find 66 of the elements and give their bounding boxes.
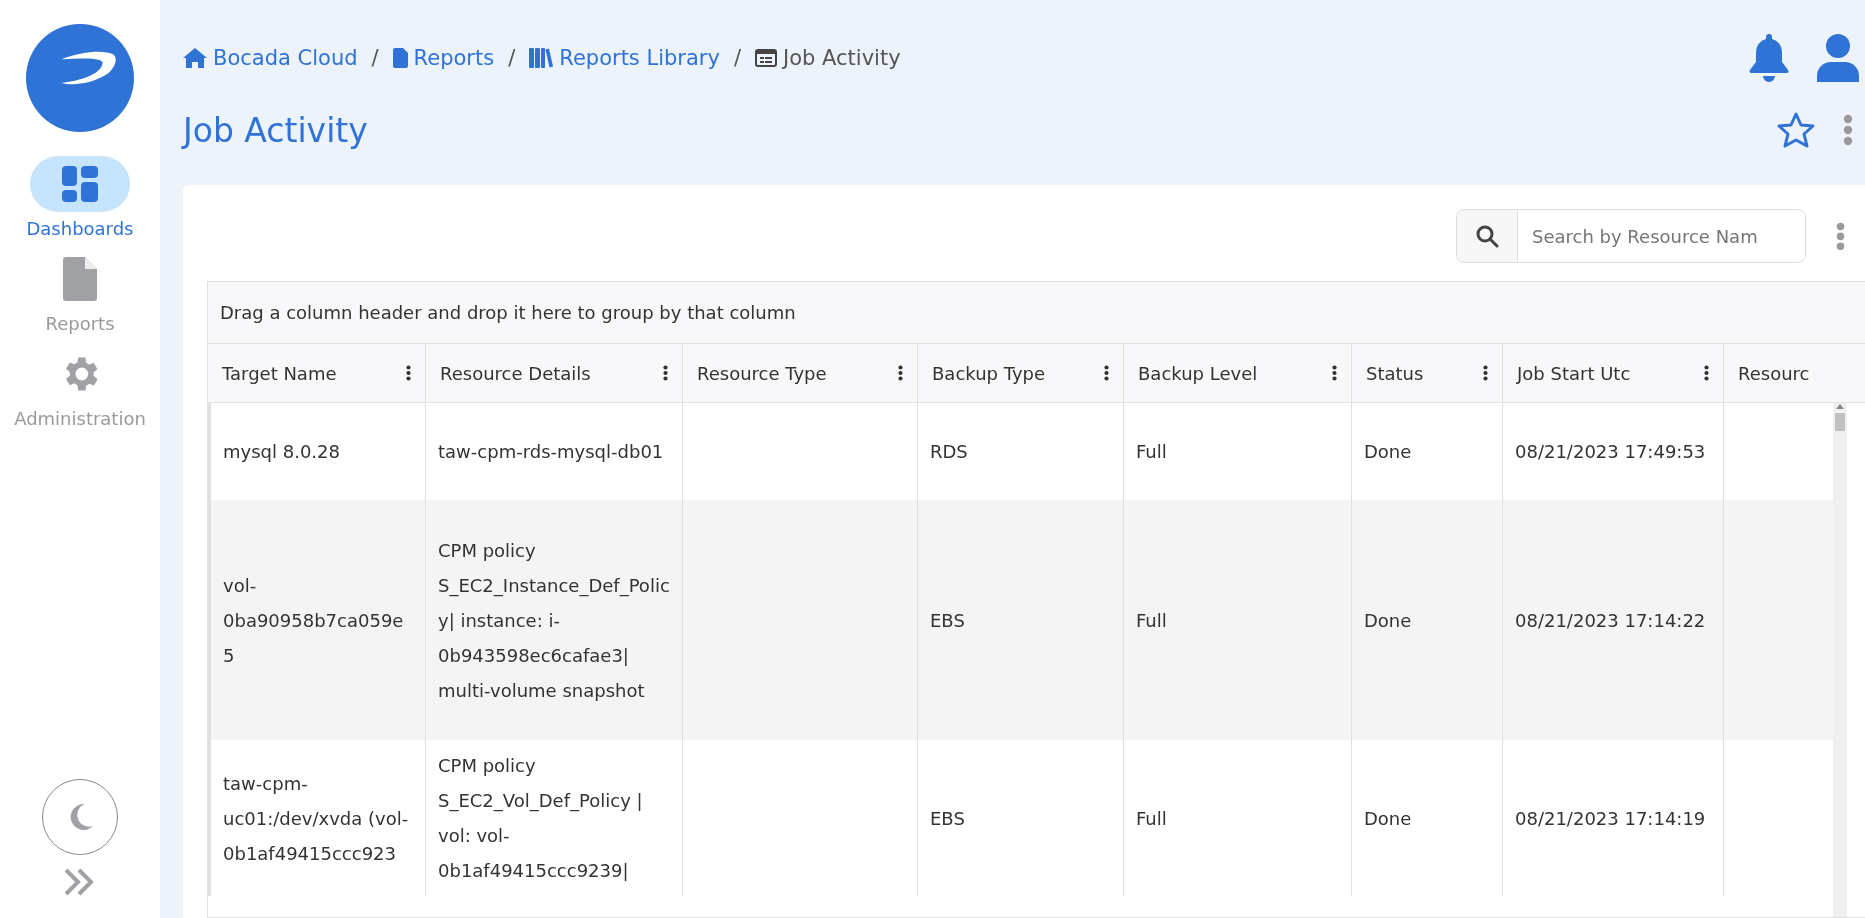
table-cell-text: EBS xyxy=(930,806,965,831)
breadcrumb-current: Job Activity xyxy=(783,45,901,70)
table-cell-text: 08/21/2023 17:49:53 xyxy=(1515,440,1706,464)
table-cell-text: CPM policy S_EC2_Vol_Def_Policy | vol: vol-0b1af49415ccc9239| xyxy=(438,754,644,883)
user-icon[interactable] xyxy=(1817,33,1859,82)
report-icon xyxy=(755,48,777,67)
logo-icon[interactable] xyxy=(26,24,134,132)
document-icon xyxy=(63,257,97,301)
column-menu-icon[interactable] xyxy=(1704,365,1709,381)
table-cell-text: taw-cpm-uc01:/dev/xvda (vol-0b1af49415ccc923 xyxy=(223,771,410,866)
table-cell-text: taw-cpm-rds-mysql-db01 xyxy=(438,440,664,464)
breadcrumb-separator: / xyxy=(508,45,516,70)
scrollbar[interactable] xyxy=(1833,403,1847,917)
bell-icon[interactable] xyxy=(1749,33,1789,82)
document-icon xyxy=(392,47,408,68)
table-cell-text: CPM policy S_EC2_Instance_Def_Policy| instance: i-0b943598ec6cafae3| multi-volume snapshot xyxy=(438,538,670,703)
column-title: Target Name xyxy=(222,362,337,384)
table-cell-text: Full xyxy=(1136,608,1167,633)
column-header[interactable]: Backup Type xyxy=(917,344,1123,402)
table-cell-text: mysql 8.0.28 xyxy=(223,440,340,464)
home-icon xyxy=(183,47,207,68)
column-title: Resourc xyxy=(1738,362,1810,384)
table-cell-text: Done xyxy=(1364,440,1412,464)
column-title: Status xyxy=(1366,362,1424,384)
column-menu-icon[interactable] xyxy=(663,365,668,381)
column-header[interactable]: Resource Details xyxy=(425,344,682,402)
column-header[interactable]: Backup Level xyxy=(1123,344,1351,402)
scrollbar-thumb[interactable] xyxy=(1835,413,1845,431)
search-field[interactable]: Search by Resource Nam xyxy=(1456,209,1806,263)
column-title: Job Start Utc xyxy=(1517,362,1631,384)
column-header[interactable]: Resource Type xyxy=(682,344,917,402)
group-by-hint: Drag a column header and drop it here to group by that column xyxy=(208,282,1865,344)
dashboard-icon xyxy=(62,166,98,202)
column-title: Backup Type xyxy=(932,362,1046,384)
column-menu-icon[interactable] xyxy=(1104,365,1109,381)
table-cell-text: EBS xyxy=(930,608,965,633)
breadcrumb-link[interactable]: Reports xyxy=(392,45,495,70)
column-title: Resource Details xyxy=(440,362,591,384)
more-options-icon[interactable] xyxy=(1836,221,1845,251)
column-header[interactable]: Target Name xyxy=(208,344,425,402)
table-cell-text: Done xyxy=(1364,806,1412,831)
table-cell-text: RDS xyxy=(930,440,968,464)
column-menu-icon[interactable] xyxy=(1332,365,1337,381)
table-cell-text: 08/21/2023 17:14:22 xyxy=(1515,608,1706,633)
column-menu-icon[interactable] xyxy=(898,365,903,381)
table-cell-text: 08/21/2023 17:14:19 xyxy=(1515,806,1706,831)
table-cell-text: Full xyxy=(1136,440,1167,464)
column-menu-icon[interactable] xyxy=(1483,365,1488,381)
breadcrumb-separator: / xyxy=(733,45,741,70)
star-icon[interactable] xyxy=(1777,112,1815,148)
breadcrumb-separator: / xyxy=(371,45,379,70)
table-cell-text: vol-0ba90958b7ca059e5 xyxy=(223,573,405,668)
more-options-icon[interactable] xyxy=(1843,114,1853,146)
column-header[interactable]: Job Start Utc xyxy=(1502,344,1723,402)
column-header[interactable]: Resourc xyxy=(1723,344,1833,402)
breadcrumb-link[interactable]: Bocada Cloud xyxy=(183,45,358,70)
search-icon xyxy=(1475,224,1499,248)
column-title: Resource Type xyxy=(697,362,827,384)
table-cell-text: Done xyxy=(1364,608,1412,633)
column-menu-icon[interactable] xyxy=(406,365,411,381)
books-icon xyxy=(529,47,554,68)
column-title: Backup Level xyxy=(1138,362,1258,384)
breadcrumb-link[interactable]: Reports Library xyxy=(529,45,720,70)
page-title: Job Activity xyxy=(183,110,369,150)
column-header[interactable]: Status xyxy=(1351,344,1502,402)
table-cell-text: Full xyxy=(1136,806,1167,831)
